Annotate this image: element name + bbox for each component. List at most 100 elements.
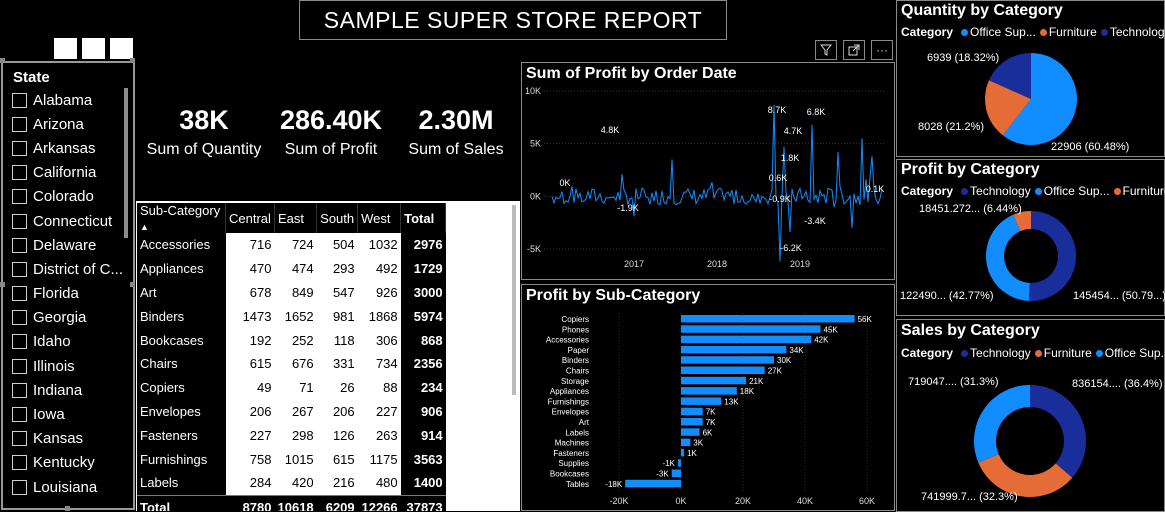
- data-label: 7K: [706, 408, 716, 417]
- table-cell: 49: [225, 375, 275, 400]
- checkbox[interactable]: [12, 261, 27, 277]
- x-tick-label: 2017: [624, 259, 644, 269]
- table-cell: 849: [274, 280, 317, 305]
- checkbox[interactable]: [12, 310, 27, 326]
- slicer-list: Alabama Arizona Arkansas California Colorado…: [12, 88, 122, 499]
- bookmark-button-2[interactable]: [82, 38, 105, 59]
- table-cell: 1032: [357, 233, 401, 257]
- table-cell: 1868: [357, 304, 401, 329]
- slice-label: 836154.... (36.4%): [1072, 378, 1163, 390]
- total-cell: 37873: [400, 494, 446, 511]
- row-header: Copiers: [137, 375, 226, 400]
- slicer-item[interactable]: Connecticut: [12, 209, 122, 233]
- data-label: 27K: [768, 367, 783, 376]
- slicer-item[interactable]: Arkansas: [12, 136, 122, 160]
- column-header-east[interactable]: East: [274, 203, 318, 233]
- checkbox[interactable]: [12, 407, 27, 423]
- checkbox[interactable]: [12, 286, 27, 302]
- bookmark-button-3[interactable]: [110, 38, 133, 59]
- slicer-item[interactable]: Indiana: [12, 378, 122, 402]
- table-row[interactable]: Furnishings 758 1015 615 1175 3563: [137, 447, 446, 471]
- table-row[interactable]: Labels 284 420 216 480 1400: [137, 470, 446, 496]
- table-row[interactable]: Accessories 716 724 504 1032 2976: [137, 233, 446, 257]
- slicer-item-label: Louisiana: [33, 478, 98, 496]
- table-row[interactable]: Envelopes 206 267 206 227 906: [137, 399, 446, 424]
- checkbox[interactable]: [12, 455, 27, 471]
- table-row[interactable]: Bookcases 192 252 118 306 868: [137, 328, 446, 352]
- slicer-item[interactable]: Florida: [12, 282, 122, 306]
- table-cell: 3563: [400, 447, 446, 471]
- slicer-item[interactable]: Georgia: [12, 306, 122, 330]
- checkbox[interactable]: [12, 334, 27, 350]
- slicer-item[interactable]: Kansas: [12, 427, 122, 451]
- table-cell: 474: [274, 256, 317, 281]
- slicer-item[interactable]: California: [12, 161, 122, 185]
- table-row[interactable]: Fasteners 227 298 126 263 914: [137, 423, 446, 448]
- table-cell: 284: [225, 470, 275, 496]
- table-row[interactable]: Chairs 615 676 331 734 2356: [137, 351, 446, 376]
- table-cell: 2356: [400, 351, 446, 376]
- slicer-item[interactable]: Alabama: [12, 88, 122, 112]
- slicer-item[interactable]: District of C...: [12, 257, 122, 281]
- checkbox[interactable]: [12, 189, 27, 205]
- quantity-by-category-panel[interactable]: Quantity by Category Category Office Sup.…: [896, 0, 1165, 157]
- column-header-west[interactable]: West: [357, 203, 402, 233]
- checkbox[interactable]: [12, 479, 27, 495]
- filter-icon[interactable]: [815, 40, 837, 60]
- data-label: 13K: [724, 397, 739, 406]
- table-cell: 3000: [400, 280, 446, 305]
- slicer-item[interactable]: Colorado: [12, 185, 122, 209]
- matrix-scrollbar[interactable]: [512, 205, 516, 395]
- checkbox[interactable]: [12, 92, 27, 108]
- slicer-item[interactable]: Arizona: [12, 112, 122, 136]
- table-row[interactable]: Appliances 470 474 293 492 1729: [137, 256, 446, 281]
- state-slicer[interactable]: State Alabama Arizona Arkansas California Co…: [1, 61, 135, 510]
- resize-handle[interactable]: [130, 58, 135, 63]
- slicer-item[interactable]: Kentucky: [12, 451, 122, 475]
- checkbox[interactable]: [12, 165, 27, 181]
- column-header-total[interactable]: Total: [400, 203, 447, 233]
- more-options-icon[interactable]: ···: [871, 40, 893, 60]
- table-cell: 71: [274, 375, 317, 400]
- slicer-item[interactable]: Delaware: [12, 233, 122, 257]
- data-label: 56K: [858, 315, 873, 324]
- slicer-item[interactable]: Louisiana: [12, 475, 122, 499]
- table-row[interactable]: Copiers 49 71 26 88 234: [137, 375, 446, 400]
- bar: [625, 479, 681, 488]
- table-cell: 492: [357, 256, 401, 281]
- column-header-central[interactable]: Central: [225, 203, 275, 233]
- subcategory-matrix[interactable]: Sub-Category ▲ Central East South West To…: [136, 201, 520, 511]
- bookmark-button-1[interactable]: [54, 38, 77, 59]
- profit-by-subcategory-panel[interactable]: Profit by Sub-Category -20K 0K 20K 40K 60K C…: [521, 284, 895, 511]
- focus-mode-icon[interactable]: [843, 40, 865, 60]
- table-row[interactable]: Binders 1473 1652 981 1868 5974: [137, 304, 446, 329]
- table-cell: 206: [316, 399, 358, 424]
- table-cell: 480: [357, 470, 401, 496]
- checkbox[interactable]: [12, 237, 27, 253]
- bar: [681, 438, 691, 447]
- slicer-item[interactable]: Iowa: [12, 402, 122, 426]
- checkbox[interactable]: [12, 140, 27, 156]
- profit-by-category-panel[interactable]: Profit by Category Category Technology Off…: [896, 159, 1165, 316]
- resize-handle[interactable]: [130, 282, 135, 287]
- sales-by-category-panel[interactable]: Sales by Category Category Technology Furn…: [896, 319, 1165, 512]
- checkbox[interactable]: [12, 116, 27, 132]
- slicer-scrollbar[interactable]: [124, 88, 128, 238]
- resize-handle[interactable]: [0, 282, 5, 287]
- table-cell: 868: [400, 328, 446, 352]
- checkbox[interactable]: [12, 358, 27, 374]
- resize-handle[interactable]: [0, 58, 5, 63]
- column-header-south[interactable]: South: [316, 203, 359, 233]
- slicer-item[interactable]: Idaho: [12, 330, 122, 354]
- bar: [681, 315, 855, 323]
- table-row[interactable]: Art 678 849 547 926 3000: [137, 280, 446, 305]
- slicer-item[interactable]: Illinois: [12, 354, 122, 378]
- checkbox[interactable]: [12, 382, 27, 398]
- resize-handle[interactable]: [65, 506, 70, 511]
- checkbox[interactable]: [12, 213, 27, 229]
- data-label: 21K: [749, 377, 764, 386]
- column-header-subcategory[interactable]: Sub-Category ▲: [137, 203, 226, 233]
- checkbox[interactable]: [12, 431, 27, 447]
- table-cell: 504: [316, 233, 358, 257]
- profit-by-date-panel[interactable]: Sum of Profit by Order Date 10K 5K 0K -5K 20…: [521, 62, 895, 280]
